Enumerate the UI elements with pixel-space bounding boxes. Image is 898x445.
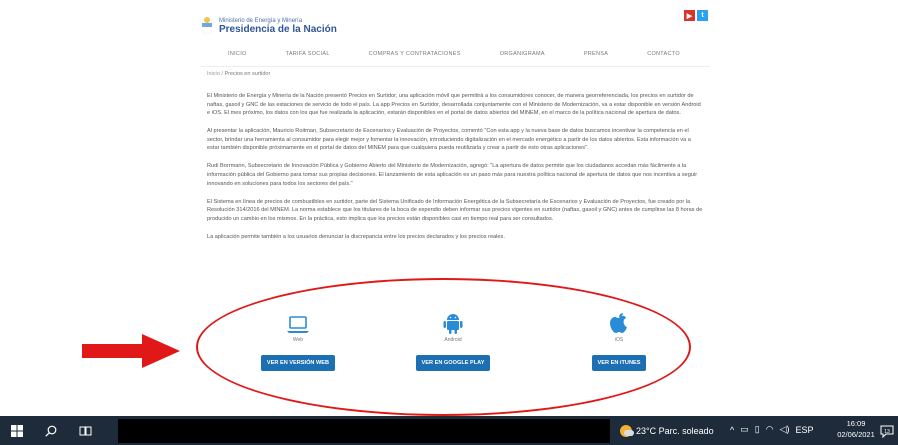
presidency-name: Presidencia de la Nación xyxy=(219,23,337,35)
red-arrow-icon xyxy=(82,334,180,368)
nav-item-prensa[interactable]: PRENSA xyxy=(584,51,608,63)
network-icon[interactable]: ▭ xyxy=(740,424,749,435)
redacted-taskbar-apps xyxy=(118,419,610,443)
notification-center-button[interactable]: 13 xyxy=(880,424,894,439)
taskbar-clock[interactable]: 16:09 02/06/2021 xyxy=(836,418,876,440)
site-header: Ministerio de Energía y Minería Presiden… xyxy=(200,10,710,50)
clock-time: 16:09 xyxy=(846,419,866,428)
search-icon xyxy=(45,425,57,437)
article-body: El Ministerio de Energía y Minería de la… xyxy=(207,92,703,251)
wifi-icon[interactable]: ◠ xyxy=(766,424,774,435)
article-paragraph: El Ministerio de Energía y Minería de la… xyxy=(207,93,701,117)
breadcrumb-separator: / xyxy=(221,71,223,77)
volume-icon[interactable]: ◁) xyxy=(780,424,790,435)
windows-icon xyxy=(11,424,23,437)
nav-item-organigrama[interactable]: ORGANIGRAMA xyxy=(500,51,545,63)
notification-icon: 13 xyxy=(880,425,894,439)
breadcrumb-home[interactable]: Inicio xyxy=(207,71,220,77)
nav-item-tarifa-social[interactable]: TARIFA SOCIAL xyxy=(286,51,330,63)
notification-count: 13 xyxy=(884,429,890,435)
highlight-oval xyxy=(196,278,691,416)
main-nav: INICIO TARIFA SOCIAL COMPRAS Y CONTRATAC… xyxy=(200,51,710,63)
language-indicator[interactable]: ESP xyxy=(795,425,813,435)
chevron-up-icon[interactable]: ^ xyxy=(730,425,734,435)
article-paragraph: Rudi Borrmann, Subsecretario de Innovaci… xyxy=(207,163,698,187)
system-tray: ^ ▭ ▯ ◠ ◁) ESP xyxy=(730,424,814,435)
start-button[interactable] xyxy=(0,416,34,445)
ministry-name: Ministerio de Energía y Minería xyxy=(219,17,303,24)
search-button[interactable] xyxy=(34,416,68,445)
national-shield-icon xyxy=(202,17,212,34)
task-view-button[interactable] xyxy=(68,416,102,445)
task-view-icon xyxy=(79,426,91,435)
nav-divider xyxy=(200,66,710,67)
article-paragraph: La aplicación permite también a los usua… xyxy=(207,233,505,240)
weather-widget[interactable]: 23°C Parc. soleado xyxy=(620,425,714,437)
battery-icon[interactable]: ▯ xyxy=(755,424,760,435)
twitter-icon[interactable]: t xyxy=(697,10,708,21)
weather-text: 23°C Parc. soleado xyxy=(636,426,714,436)
article-paragraph: Al presentar la aplicación, Mauricio Roi… xyxy=(207,128,691,152)
ministry-logo[interactable]: Ministerio de Energía y Minería Presiden… xyxy=(200,16,337,36)
youtube-icon[interactable]: ▶ xyxy=(684,10,695,21)
social-links: ▶ t xyxy=(684,10,708,21)
clock-date: 02/06/2021 xyxy=(837,430,875,439)
nav-item-compras[interactable]: COMPRAS Y CONTRATACIONES xyxy=(369,51,461,63)
nav-item-inicio[interactable]: INICIO xyxy=(228,51,247,63)
breadcrumb: Inicio / Precios en surtidor xyxy=(207,71,270,77)
nav-item-contacto[interactable]: CONTACTO xyxy=(647,51,680,63)
article-paragraph: El Sistema en línea de precios de combus… xyxy=(207,198,703,222)
partly-sunny-icon xyxy=(620,425,634,437)
breadcrumb-current: Precios en surtidor xyxy=(224,71,271,77)
